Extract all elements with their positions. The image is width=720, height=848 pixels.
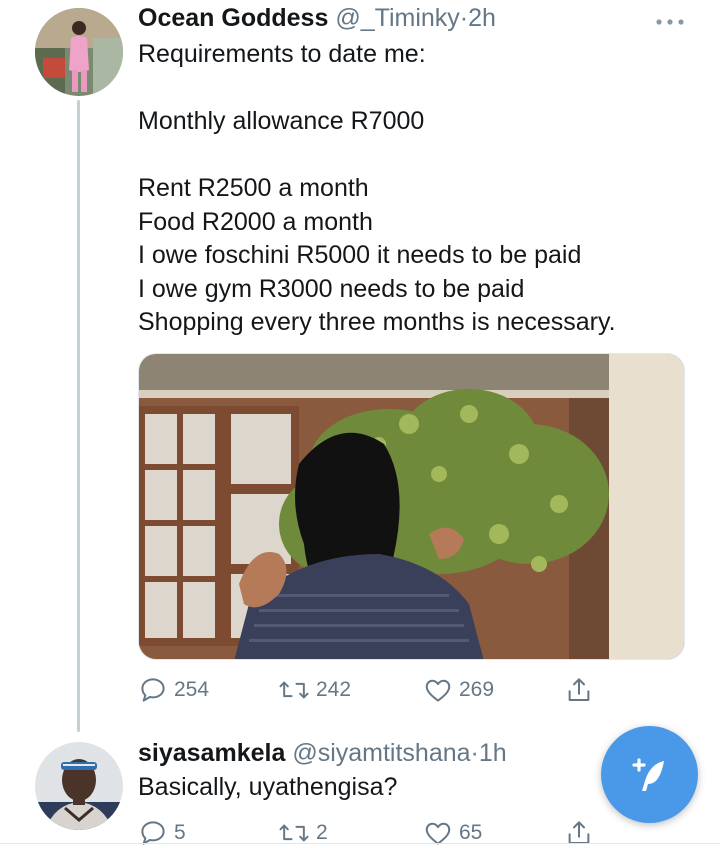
tweet-time[interactable]: 2h: [468, 4, 496, 32]
bottom-divider: [0, 843, 720, 844]
share-button[interactable]: [564, 675, 594, 705]
tweet-text-line: Food R2000 a month: [138, 207, 373, 236]
reply-count: 254: [174, 678, 210, 701]
reply-display-name[interactable]: siyasamkela: [138, 739, 285, 767]
reply-button[interactable]: 254: [138, 675, 209, 705]
display-name[interactable]: Ocean Goddess: [138, 4, 328, 32]
reply-text: Basically, uyathengisa?: [138, 771, 397, 805]
share-icon: [568, 678, 590, 701]
reply-like-count: 65: [459, 821, 483, 844]
reply-time[interactable]: 1h: [479, 739, 507, 767]
compose-feather-icon: [631, 757, 664, 791]
separator-dot: ·: [459, 4, 469, 32]
tweet-text-line: Shopping every three months is necessary…: [138, 308, 616, 336]
reply-retweet-count: 2: [316, 821, 328, 844]
tweet-header: Ocean Goddess @_Timinky·2h: [138, 2, 496, 34]
tweet-actions: 254 242 269: [138, 675, 608, 705]
reply-user-handle[interactable]: @siyamtitshana: [292, 739, 470, 767]
tweet-text-line: Rent R2500 a month: [138, 174, 369, 202]
reply-text-line: Basically, uyathengisa?: [138, 773, 398, 801]
thread-connector-line: [77, 100, 80, 732]
reply-icon: [141, 678, 165, 702]
tweet-text-line: I owe gym R3000 needs to be paid: [138, 274, 525, 303]
tweet-text-line: Monthly allowance R7000: [138, 107, 425, 135]
retweet-icon: [279, 681, 309, 699]
tweet-media-photo[interactable]: [138, 353, 685, 660]
tweet-text-line: [138, 139, 616, 173]
compose-tweet-button[interactable]: [601, 726, 698, 823]
heart-icon: [425, 679, 451, 702]
more-horizontal-icon[interactable]: [655, 14, 685, 25]
tweet-text-line: [138, 72, 616, 106]
tweet-text-line: I owe foschini R5000 it needs to be paid: [138, 241, 582, 269]
tweet-text: Requirements to date me: Monthly allowan…: [138, 38, 616, 340]
retweet-button[interactable]: 242: [278, 675, 351, 705]
avatar-siyasamkela[interactable]: [35, 742, 123, 830]
tweet-text-line: Requirements to date me:: [138, 40, 426, 68]
user-handle[interactable]: @_Timinky: [335, 4, 459, 32]
reply-separator-dot: ·: [470, 739, 479, 767]
avatar-ocean-goddess[interactable]: [35, 8, 123, 96]
reply-reply-count: 5: [174, 821, 186, 844]
retweet-count: 242: [316, 678, 352, 701]
like-count: 269: [459, 678, 495, 701]
like-button[interactable]: 269: [423, 675, 494, 705]
reply-header: siyasamkela @siyamtitshana·1h: [138, 737, 507, 769]
